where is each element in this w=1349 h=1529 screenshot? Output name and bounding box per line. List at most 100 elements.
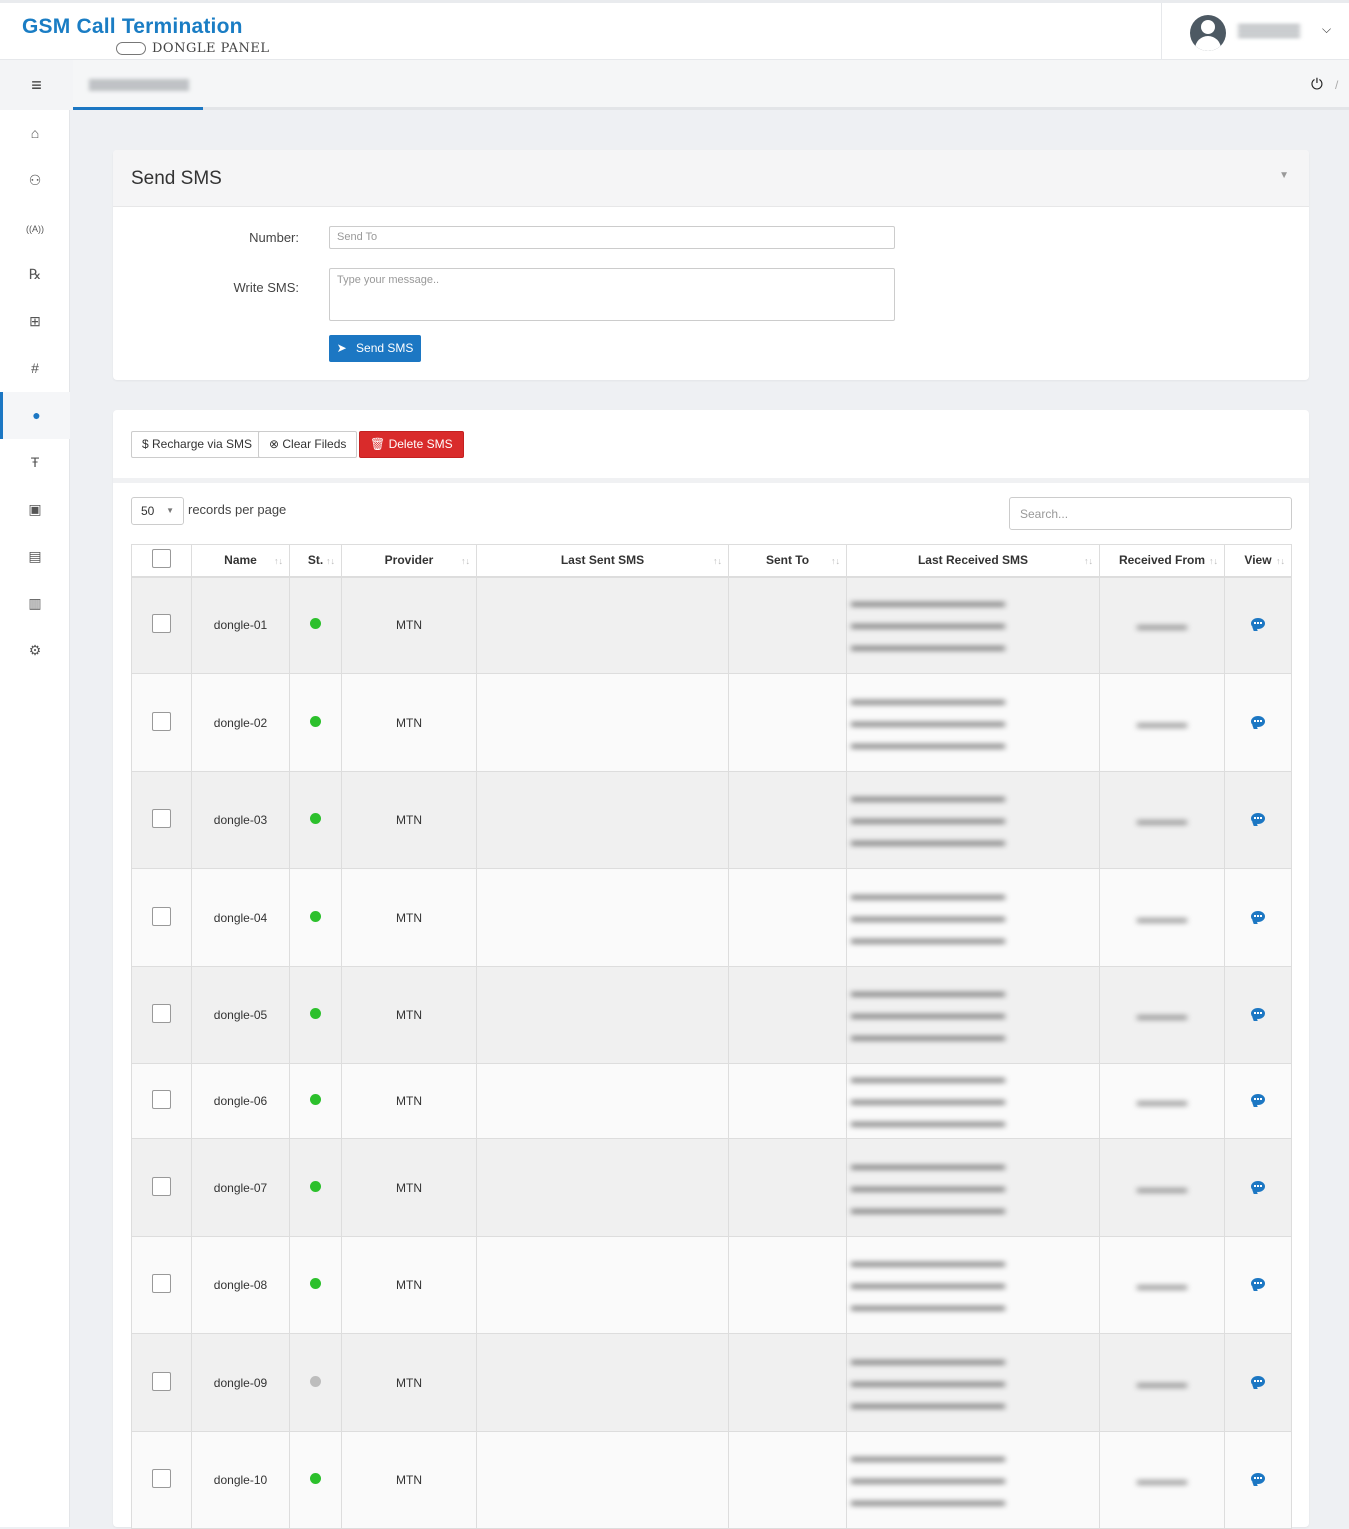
view-cell[interactable] <box>1224 771 1292 869</box>
table-row[interactable]: dongle-09 MTN ▬▬▬▬▬▬▬▬▬▬▬▬▬▬ ▬▬▬▬▬▬▬▬▬▬▬▬▬▬… <box>131 1333 1292 1432</box>
row-checkbox[interactable] <box>152 906 171 926</box>
table-row[interactable]: dongle-01 MTN ▬▬▬▬▬▬▬▬▬▬▬▬▬▬ ▬▬▬▬▬▬▬▬▬▬▬▬▬▬… <box>131 576 1292 674</box>
status-cell <box>289 1138 342 1237</box>
message-textarea[interactable]: Type your message.. <box>329 268 895 321</box>
sidebar-item-chart[interactable]: ▥ <box>0 580 70 627</box>
collapse-icon[interactable]: ▼ <box>1279 170 1289 181</box>
row-checkbox[interactable] <box>152 1004 171 1023</box>
column-header-name[interactable]: Name ↑↓ <box>191 544 290 578</box>
view-cell[interactable] <box>1224 966 1292 1064</box>
sidebar-item-home[interactable]: ⌂ <box>0 110 70 157</box>
sms-view-icon[interactable] <box>1251 1278 1265 1289</box>
row-checkbox[interactable] <box>152 614 171 634</box>
row-checkbox[interactable] <box>152 711 171 731</box>
chevron-down-icon[interactable]: ⌵ <box>1322 22 1331 37</box>
view-cell[interactable] <box>1224 1063 1292 1139</box>
view-cell[interactable] <box>1224 576 1292 674</box>
sidebar-item-table[interactable]: ▤ <box>0 533 70 580</box>
column-header-last-sent-sms[interactable]: Last Sent SMS ↑↓ <box>476 544 729 578</box>
sort-icon[interactable]: ↑↓ <box>713 556 722 566</box>
column-header-received-from[interactable]: Received From ↑↓ <box>1099 544 1225 578</box>
clear-fields-button[interactable]: ⊗ Clear Fileds <box>258 431 358 458</box>
sidebar-item-antenna[interactable]: ((A)) <box>0 204 70 251</box>
column-header-sent-to[interactable]: Sent To ↑↓ <box>728 544 847 578</box>
sidebar-item-edit[interactable]: ▣ <box>0 486 70 533</box>
select-all-header[interactable] <box>131 544 192 578</box>
sort-icon[interactable]: ↑↓ <box>1209 556 1218 566</box>
select-all-checkbox[interactable] <box>152 549 171 569</box>
sms-view-icon[interactable] <box>1251 1180 1265 1192</box>
records-per-page-select[interactable]: 50 ▼ <box>131 497 184 525</box>
row-checkbox[interactable] <box>152 1090 171 1109</box>
sidebar-item-network[interactable]: ⊞ <box>0 298 70 345</box>
column-header-provider[interactable]: Provider ↑↓ <box>341 544 477 578</box>
row-select-cell[interactable] <box>131 1333 192 1432</box>
row-checkbox[interactable] <box>152 1176 171 1196</box>
row-checkbox[interactable] <box>152 1469 171 1488</box>
sort-icon[interactable]: ↑↓ <box>461 556 470 566</box>
row-select-cell[interactable] <box>131 966 192 1064</box>
sort-icon[interactable]: ↑↓ <box>274 556 283 566</box>
row-select-cell[interactable] <box>131 1236 192 1334</box>
user-menu[interactable]: ⌵ <box>1161 3 1349 60</box>
send-sms-button[interactable]: ➤ Send SMS <box>329 335 421 362</box>
table-row[interactable]: dongle-10 MTN ▬▬▬▬▬▬▬▬▬▬▬▬▬▬ ▬▬▬▬▬▬▬▬▬▬▬▬▬▬… <box>131 1431 1292 1529</box>
sort-icon[interactable]: ↑↓ <box>1276 556 1285 566</box>
row-checkbox[interactable] <box>152 1371 171 1391</box>
sort-icon[interactable]: ↑↓ <box>1084 556 1093 566</box>
sms-view-icon[interactable] <box>1251 1473 1265 1484</box>
column-header-last-received-sms[interactable]: Last Received SMS ↑↓ <box>846 544 1100 578</box>
provider: MTN <box>341 1138 477 1237</box>
sidebar-item-settings[interactable]: ⚙ <box>0 627 70 674</box>
column-header-view[interactable]: View ↑↓ <box>1224 544 1292 578</box>
avatar[interactable] <box>1190 15 1226 51</box>
table-row[interactable]: dongle-08 MTN ▬▬▬▬▬▬▬▬▬▬▬▬▬▬ ▬▬▬▬▬▬▬▬▬▬▬▬▬▬… <box>131 1236 1292 1334</box>
column-header-status[interactable]: St. ↑↓ <box>289 544 342 578</box>
table-row[interactable]: dongle-05 MTN ▬▬▬▬▬▬▬▬▬▬▬▬▬▬ ▬▬▬▬▬▬▬▬▬▬▬▬▬▬… <box>131 966 1292 1064</box>
sms-view-icon[interactable] <box>1251 813 1265 824</box>
row-select-cell[interactable] <box>131 771 192 869</box>
sms-view-icon[interactable] <box>1251 618 1265 630</box>
row-select-cell[interactable] <box>131 576 192 674</box>
number-input[interactable]: Send To <box>329 226 895 249</box>
row-select-cell[interactable] <box>131 868 192 967</box>
breadcrumb-redacted[interactable] <box>89 80 189 92</box>
table-row[interactable]: dongle-06 MTN ▬▬▬▬▬▬▬▬▬▬▬▬▬▬ ▬▬▬▬▬▬▬▬▬▬▬▬▬▬… <box>131 1063 1292 1139</box>
send-sms-panel-header: Send SMS ▼ <box>113 150 1309 207</box>
view-cell[interactable] <box>1224 1236 1292 1334</box>
row-checkbox[interactable] <box>152 1274 171 1293</box>
sidebar-item-prescription[interactable]: ℞ <box>0 251 70 298</box>
table-row[interactable]: dongle-04 MTN ▬▬▬▬▬▬▬▬▬▬▬▬▬▬ ▬▬▬▬▬▬▬▬▬▬▬▬▬▬… <box>131 868 1292 967</box>
sort-icon[interactable]: ↑↓ <box>831 556 840 566</box>
view-cell[interactable] <box>1224 1138 1292 1237</box>
app-logo[interactable]: GSM Call Termination DONGLE PANEL <box>22 15 269 56</box>
sms-view-icon[interactable] <box>1251 1094 1265 1105</box>
row-select-cell[interactable] <box>131 1431 192 1529</box>
sidebar-item-sms[interactable]: ● <box>0 392 70 439</box>
delete-sms-button[interactable]: 🗑 Delete SMS <box>359 431 464 458</box>
sms-view-icon[interactable] <box>1251 1008 1265 1019</box>
table-row[interactable]: dongle-07 MTN ▬▬▬▬▬▬▬▬▬▬▬▬▬▬ ▬▬▬▬▬▬▬▬▬▬▬▬▬▬… <box>131 1138 1292 1237</box>
sms-view-icon[interactable] <box>1251 910 1265 922</box>
sms-view-icon[interactable] <box>1251 1375 1265 1387</box>
table-row[interactable]: dongle-03 MTN ▬▬▬▬▬▬▬▬▬▬▬▬▬▬ ▬▬▬▬▬▬▬▬▬▬▬▬▬▬… <box>131 771 1292 869</box>
sort-icon[interactable]: ↑↓ <box>326 556 335 566</box>
power-icon[interactable]: ⏻ <box>1311 76 1323 93</box>
hamburger-menu-icon[interactable]: ≡ <box>0 60 73 110</box>
view-cell[interactable] <box>1224 1431 1292 1529</box>
view-cell[interactable] <box>1224 1333 1292 1432</box>
search-input[interactable]: Search... <box>1009 497 1292 530</box>
table-row[interactable]: dongle-02 MTN ▬▬▬▬▬▬▬▬▬▬▬▬▬▬ ▬▬▬▬▬▬▬▬▬▬▬▬▬▬… <box>131 673 1292 772</box>
status-cell <box>289 966 342 1064</box>
view-cell[interactable] <box>1224 673 1292 772</box>
row-select-cell[interactable] <box>131 1063 192 1139</box>
row-checkbox[interactable] <box>152 809 171 828</box>
row-select-cell[interactable] <box>131 1138 192 1237</box>
sms-view-icon[interactable] <box>1251 715 1265 727</box>
row-select-cell[interactable] <box>131 673 192 772</box>
sidebar-item-users[interactable]: ⚇ <box>0 157 70 204</box>
sidebar-item-text[interactable]: Ŧ <box>0 439 70 486</box>
recharge-via-sms-button[interactable]: $ Recharge via SMS <box>131 431 264 458</box>
sidebar-item-hash[interactable]: # <box>0 345 70 392</box>
view-cell[interactable] <box>1224 868 1292 967</box>
